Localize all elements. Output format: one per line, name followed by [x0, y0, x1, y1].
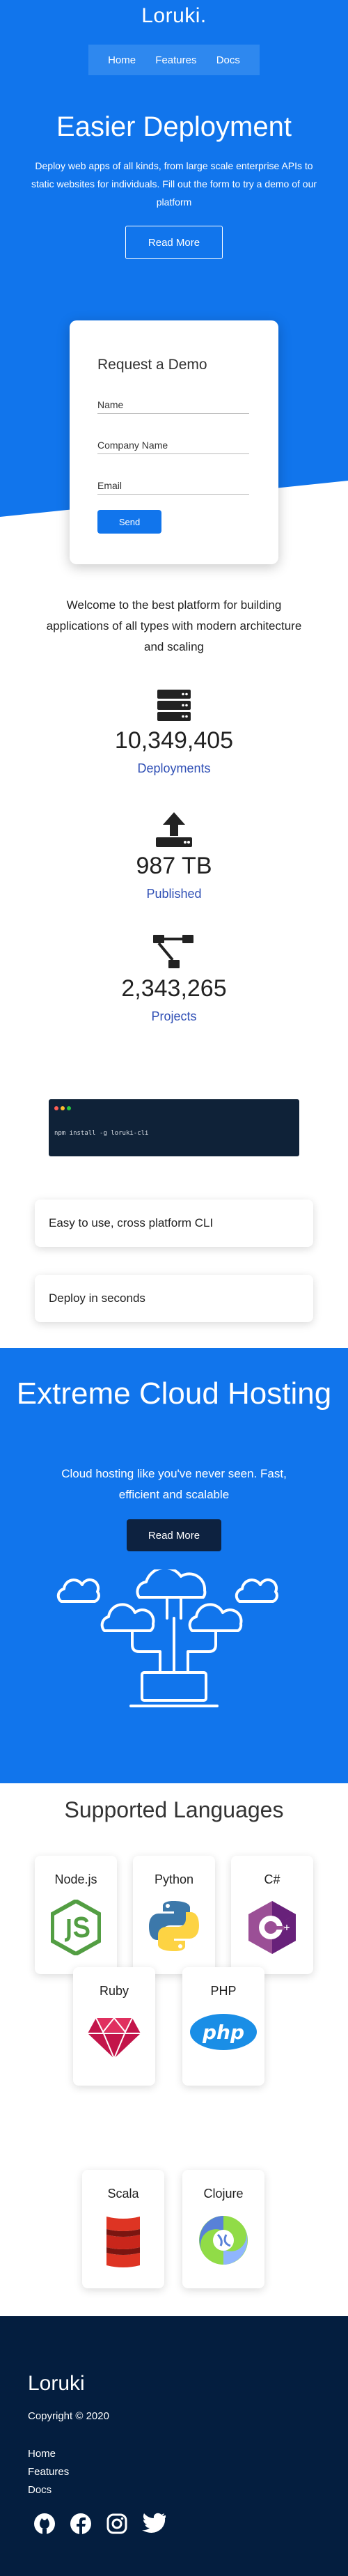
cloud-network-illustration [56, 1569, 278, 1707]
language-card-php: PHP php [182, 1967, 264, 2086]
cloud-text: Cloud hosting like you've never seen. Fa… [61, 1467, 287, 1501]
footer-copyright: Copyright © 2020 [28, 2410, 109, 2422]
facebook-icon[interactable] [70, 2513, 92, 2535]
clojure-logo-icon [199, 2216, 248, 2265]
language-name: Scala [107, 2187, 139, 2201]
minimize-dot-icon [61, 1106, 65, 1110]
stat-label: Projects [151, 1009, 197, 1023]
window-controls [54, 1106, 71, 1110]
language-card-scala: Scala [82, 2170, 164, 2288]
python-logo-icon [149, 1901, 199, 1951]
maximize-dot-icon [67, 1106, 71, 1110]
ruby-logo-icon [88, 2017, 141, 2060]
language-name: Clojure [203, 2187, 244, 2201]
feature-text: Deploy in seconds [49, 1291, 145, 1305]
language-name: Python [154, 1872, 194, 1886]
email-input[interactable] [97, 480, 249, 491]
email-field[interactable] [97, 470, 249, 495]
footer-logo[interactable]: Loruki [28, 2372, 85, 2396]
stat-value: 2,343,265 [121, 975, 227, 1002]
project-diagram-icon [153, 935, 193, 968]
social-links [33, 2513, 166, 2535]
footer-links: Home Features Docs [28, 2445, 69, 2499]
feature-card-deploy: Deploy in seconds [35, 1275, 313, 1322]
name-input[interactable] [97, 399, 249, 410]
send-button[interactable]: Send [97, 510, 161, 534]
footer-link-docs[interactable]: Docs [28, 2481, 69, 2499]
cloud-section: Extreme Cloud Hosting Cloud hosting like… [0, 1348, 348, 1783]
instagram-icon[interactable] [106, 2513, 128, 2535]
stat-value: 987 TB [136, 853, 212, 879]
php-logo-icon: php [190, 2014, 257, 2050]
cloud-title: Extreme Cloud Hosting [16, 1376, 332, 1411]
form-title: Request a Demo [97, 357, 207, 373]
language-name: PHP [210, 1984, 237, 1998]
languages-title: Supported Languages [64, 1797, 284, 1822]
upload-icon [156, 812, 192, 847]
language-name: C# [264, 1872, 280, 1886]
language-card-ruby: Ruby [73, 1967, 155, 2086]
feature-card-cli: Easy to use, cross platform CLI [35, 1200, 313, 1247]
terminal-command: npm install -g loruki-cli [54, 1130, 149, 1137]
feature-text: Easy to use, cross platform CLI [49, 1216, 214, 1229]
cloud-read-more-button[interactable]: Read More [127, 1519, 221, 1551]
language-name: Node.js [54, 1872, 97, 1886]
stat-value: 10,349,405 [114, 727, 234, 754]
stat-label: Deployments [137, 761, 211, 775]
scala-logo-icon [106, 2217, 140, 2267]
company-field[interactable] [97, 429, 249, 454]
stat-published: 987 TB Published [0, 812, 348, 901]
name-field[interactable] [97, 389, 249, 414]
svg-text:php: php [202, 2021, 244, 2044]
svg-text:+: + [283, 1923, 290, 1932]
server-icon [157, 690, 191, 721]
company-input[interactable] [97, 440, 249, 451]
language-card-clojure: Clojure [182, 2170, 264, 2288]
footer-link-home[interactable]: Home [28, 2445, 69, 2463]
demo-request-form: Request a Demo Send [70, 320, 278, 564]
csharp-logo-icon: + [248, 1901, 296, 1954]
welcome-text: Welcome to the best platform for buildin… [46, 598, 302, 653]
language-name: Ruby [99, 1984, 129, 1998]
stat-deployments: 10,349,405 Deployments [0, 690, 348, 776]
language-card-python: Python [133, 1856, 215, 1974]
stat-label: Published [146, 887, 202, 901]
nodejs-logo-icon [51, 1900, 101, 1955]
cli-terminal: npm install -g loruki-cli [49, 1099, 299, 1156]
language-card-nodejs: Node.js [35, 1856, 117, 1974]
language-card-csharp: C# + [231, 1856, 313, 1974]
stat-projects: 2,343,265 Projects [0, 935, 348, 1024]
github-icon[interactable] [33, 2513, 56, 2535]
close-dot-icon [54, 1106, 58, 1110]
footer: Loruki Copyright © 2020 Home Features Do… [0, 2316, 348, 2576]
twitter-icon[interactable] [142, 2513, 166, 2534]
footer-link-features[interactable]: Features [28, 2463, 69, 2481]
